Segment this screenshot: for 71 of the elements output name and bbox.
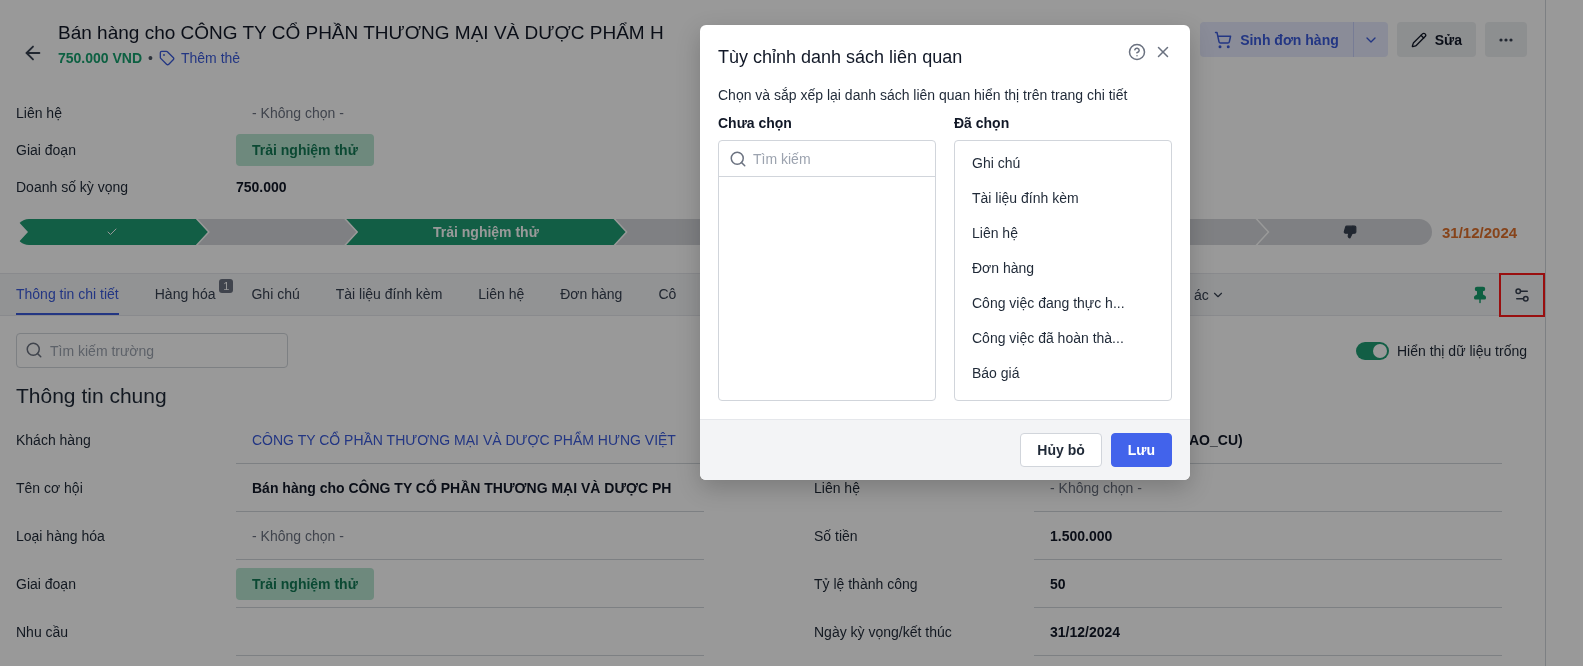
more-button[interactable]	[1485, 22, 1527, 57]
summary-label: Doanh số kỳ vọng	[16, 178, 130, 195]
list-item[interactable]: Tài liệu đính kèm	[955, 180, 1171, 215]
edit-button[interactable]: Sửa	[1396, 22, 1476, 57]
list-item[interactable]: Liên hệ	[955, 215, 1171, 250]
tab[interactable]: Thông tin chi tiết	[16, 274, 119, 315]
list-item[interactable]: Đơn hàng	[955, 250, 1171, 285]
column-title: Chưa chọn	[718, 115, 793, 131]
tab[interactable]: Liên hệ	[478, 274, 525, 315]
customer-link[interactable]: CÔNG TY CỔ PHẦN THƯƠNG MẠI VÀ DƯỢC PHẨM HƯNG VIỆT	[236, 431, 676, 448]
field-label: Khách hàng	[16, 432, 92, 448]
field-label: Số tiền	[814, 528, 859, 544]
toggle-switch[interactable]	[1356, 341, 1389, 360]
field-search[interactable]: Tìm kiếm trường	[16, 333, 288, 368]
add-tag-link[interactable]: Thêm thẻ	[158, 50, 241, 66]
settings-icon	[1513, 285, 1531, 304]
field-label: Tên cơ hội	[16, 480, 84, 496]
field-label: Giai đoạn	[16, 576, 77, 592]
thumbs-down-icon	[1342, 225, 1357, 239]
list-search[interactable]: Tìm kiếm	[719, 141, 935, 177]
stage-tag: Trải nghiệm thử	[236, 567, 374, 600]
field-label: Liên hệ	[814, 480, 861, 496]
separator: •	[148, 50, 153, 66]
field-label: Loại hàng hóa	[16, 528, 106, 544]
list-item[interactable]: Công việc đã hoàn thà...	[955, 320, 1171, 355]
field-value: 31/12/2024	[1049, 623, 1121, 640]
dialog-description: Chọn và sắp xếp lại danh sách liên quan hiển thị trên trang chi tiết	[717, 86, 1129, 103]
field-label: Nhu cầu	[16, 624, 70, 640]
pencil-icon	[1410, 31, 1427, 48]
save-button[interactable]: Lưu	[1110, 433, 1172, 467]
page-title: Bán hàng cho CÔNG TY CỔ PHẦN THƯƠNG MẠI VÀ DƯỢC PHẨM H	[58, 22, 665, 44]
check-icon	[105, 226, 118, 238]
more-tabs[interactable]: ác	[1194, 274, 1225, 315]
field-value: 50	[1049, 575, 1066, 592]
pin-button[interactable]	[1471, 285, 1489, 304]
summary-value: - Không chọn -	[251, 104, 345, 121]
field-value: AO_CU)	[1188, 431, 1243, 448]
summary-label: Giai đoạn	[16, 141, 77, 158]
list-item[interactable]: Công việc đang thực h...	[955, 285, 1171, 320]
field-label: Tỷ lệ thành công	[814, 576, 919, 592]
amount: 750.000 VND	[58, 50, 143, 66]
tag-icon	[158, 50, 175, 66]
field-value: 1.500.000	[1049, 527, 1113, 544]
stage-tag: Trải nghiệm thử	[236, 133, 374, 166]
tab[interactable]: Tài liệu đính kèm	[335, 274, 443, 315]
pin-icon	[1471, 285, 1489, 304]
field-value: Bán hàng cho CÔNG TY CỔ PHẦN THƯƠNG MẠI VÀ DƯỢC PH	[251, 479, 672, 496]
due-date: 31/12/2024	[1442, 223, 1518, 241]
settings-button[interactable]	[1499, 272, 1545, 317]
stage-step[interactable]	[1257, 219, 1432, 245]
tab[interactable]: Cô	[658, 274, 677, 315]
tab[interactable]: Đơn hàng	[560, 274, 623, 315]
field-label: Ngày kỳ vọng/kết thúc	[814, 624, 953, 640]
section-title: Thông tin chung	[16, 384, 167, 408]
cart-icon	[1214, 30, 1233, 49]
search-icon	[25, 341, 43, 359]
dialog-title: Tùy chỉnh danh sách liên quan	[718, 46, 963, 68]
more-icon	[1499, 37, 1513, 42]
count-badge: 1	[219, 279, 234, 293]
list-item[interactable]: Báo giá	[955, 355, 1171, 390]
search-icon	[729, 150, 747, 168]
field-value: - Không chọn -	[251, 527, 344, 544]
toggle-label: Hiển thị dữ liệu trống	[1397, 342, 1527, 359]
stage-step[interactable]: Trải nghiệm thử	[346, 219, 626, 245]
summary-value: 750.000	[236, 178, 288, 195]
cancel-button[interactable]: Hủy bỏ	[1020, 433, 1102, 467]
tab[interactable]: Ghi chú	[251, 274, 300, 315]
list-item[interactable]: Ghi chú	[955, 145, 1171, 180]
column-title: Đã chọn	[954, 115, 1011, 131]
summary-label: Liên hệ	[16, 104, 63, 121]
field-value: - Không chọn -	[1049, 479, 1142, 496]
